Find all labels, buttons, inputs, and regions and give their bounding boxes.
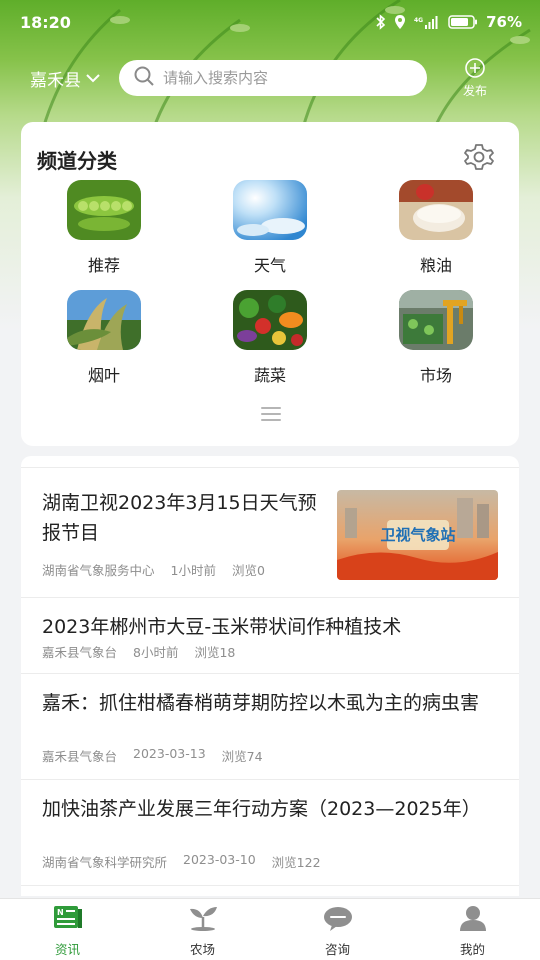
publish-button[interactable]: 发布 <box>463 57 487 99</box>
tab-profile[interactable]: 我的 <box>405 899 540 960</box>
news-thumbnail: 卫视气象站 <box>337 490 498 580</box>
expand-handle-icon[interactable] <box>261 407 281 425</box>
news-list: 湖南卫视2023年3月15日天气预报节目 湖南省气象服务中心 1小时前 浏览0 … <box>21 456 519 896</box>
channel-vegetables[interactable]: 蔬菜 <box>187 290 353 386</box>
channel-category-card: 频道分类 推荐 天气 粮油 烟叶 蔬菜 市场 <box>21 122 519 446</box>
news-title: 加快油茶产业发展三年行动方案（2023—2025年） <box>42 798 481 820</box>
thumbnail-title: 卫视气象站 <box>380 526 455 544</box>
sprout-icon <box>186 905 220 935</box>
county-label: 嘉禾县 <box>30 70 81 91</box>
news-source: 嘉禾县气象台 <box>42 645 118 660</box>
tab-farm[interactable]: 农场 <box>135 899 270 960</box>
status-indicators: 4G 76% <box>376 13 522 31</box>
channel-label: 市场 <box>419 366 452 385</box>
location-icon <box>394 14 406 30</box>
news-title: 嘉禾：抓住柑橘春梢萌芽期防控以木虱为主的病虫害 <box>42 692 480 714</box>
news-views: 浏览74 <box>221 749 263 764</box>
peas-image <box>67 180 141 240</box>
channel-label: 蔬菜 <box>253 366 286 385</box>
news-item[interactable]: 加快油茶产业发展三年行动方案（2023—2025年） 湖南省气象科学研究所 20… <box>21 780 519 886</box>
chat-bubble-icon <box>322 905 354 935</box>
news-time: 2023-03-10 <box>183 852 256 867</box>
news-source: 湖南省气象服务中心 <box>42 563 155 578</box>
channel-market[interactable]: 市场 <box>353 290 519 386</box>
bottom-nav: N 资讯 农场 咨询 我的 <box>0 898 540 960</box>
news-views: 浏览0 <box>231 563 265 578</box>
news-item[interactable]: 2023年郴州市大豆-玉米带状间作种植技术 嘉禾县气象台 8小时前 浏览18 <box>21 598 519 674</box>
news-views: 浏览122 <box>271 855 321 870</box>
channel-grid: 推荐 天气 粮油 烟叶 蔬菜 市场 <box>21 180 519 386</box>
settings-gear-icon[interactable] <box>463 142 495 176</box>
tab-label: 农场 <box>189 942 215 957</box>
svg-text:N: N <box>57 908 64 917</box>
rice-bowl-image <box>399 180 473 240</box>
channel-weather[interactable]: 天气 <box>187 180 353 276</box>
channel-grain-oil[interactable]: 粮油 <box>353 180 519 276</box>
news-item[interactable]: 嘉禾：抓住柑橘春梢萌芽期防控以木虱为主的病虫害 嘉禾县气象台 2023-03-1… <box>21 674 519 780</box>
news-time: 8小时前 <box>133 645 179 660</box>
battery-percent: 76% <box>486 13 522 31</box>
news-icon: N <box>53 905 83 935</box>
search-icon <box>133 65 155 91</box>
channel-label: 天气 <box>253 256 286 275</box>
chevron-down-icon <box>85 68 101 88</box>
channel-label: 烟叶 <box>87 366 120 385</box>
news-views: 浏览18 <box>194 645 236 660</box>
status-bar: 18:20 4G 76% <box>0 0 540 44</box>
tab-label: 我的 <box>459 942 485 957</box>
tab-news[interactable]: N 资讯 <box>0 899 135 960</box>
vegetables-image <box>233 290 307 350</box>
news-source: 湖南省气象科学研究所 <box>42 855 168 870</box>
news-title: 湖南卫视2023年3月15日天气预报节目 <box>42 492 317 544</box>
news-meta: 嘉禾县气象台 2023-03-13 浏览74 <box>42 746 263 765</box>
svg-text:4G: 4G <box>414 17 423 24</box>
channel-label: 粮油 <box>419 256 452 275</box>
tab-consult[interactable]: 咨询 <box>270 899 405 960</box>
user-icon <box>458 905 488 935</box>
news-source: 嘉禾县气象台 <box>42 749 118 764</box>
news-title: 2023年郴州市大豆-玉米带状间作种植技术 <box>42 616 402 638</box>
search-bar[interactable] <box>119 60 427 96</box>
channel-tobacco[interactable]: 烟叶 <box>21 290 187 386</box>
card-title: 频道分类 <box>37 148 117 173</box>
signal-icon: 4G <box>414 15 440 29</box>
battery-icon <box>448 15 478 29</box>
news-meta: 湖南省气象服务中心 1小时前 浏览0 <box>42 560 265 579</box>
tab-label: 咨询 <box>324 942 350 957</box>
status-time: 18:20 <box>20 12 71 32</box>
greenhouse-image <box>399 290 473 350</box>
add-circle-icon <box>464 57 486 82</box>
publish-label: 发布 <box>463 84 488 98</box>
list-divider <box>21 456 519 468</box>
tab-label: 资讯 <box>54 942 80 957</box>
sky-image <box>233 180 307 240</box>
tobacco-field-image <box>67 290 141 350</box>
news-time: 1小时前 <box>170 563 216 578</box>
news-time: 2023-03-13 <box>133 746 206 761</box>
search-input[interactable] <box>163 69 413 87</box>
news-meta: 湖南省气象科学研究所 2023-03-10 浏览122 <box>42 852 321 871</box>
county-selector[interactable]: 嘉禾县 <box>30 66 101 91</box>
top-bar: 嘉禾县 发布 <box>0 56 540 100</box>
news-meta: 嘉禾县气象台 8小时前 浏览18 <box>42 642 235 661</box>
channel-recommend[interactable]: 推荐 <box>21 180 187 276</box>
bluetooth-icon <box>376 14 386 30</box>
news-item[interactable]: 湖南卫视2023年3月15日天气预报节目 湖南省气象服务中心 1小时前 浏览0 … <box>21 468 519 598</box>
channel-label: 推荐 <box>87 256 120 275</box>
